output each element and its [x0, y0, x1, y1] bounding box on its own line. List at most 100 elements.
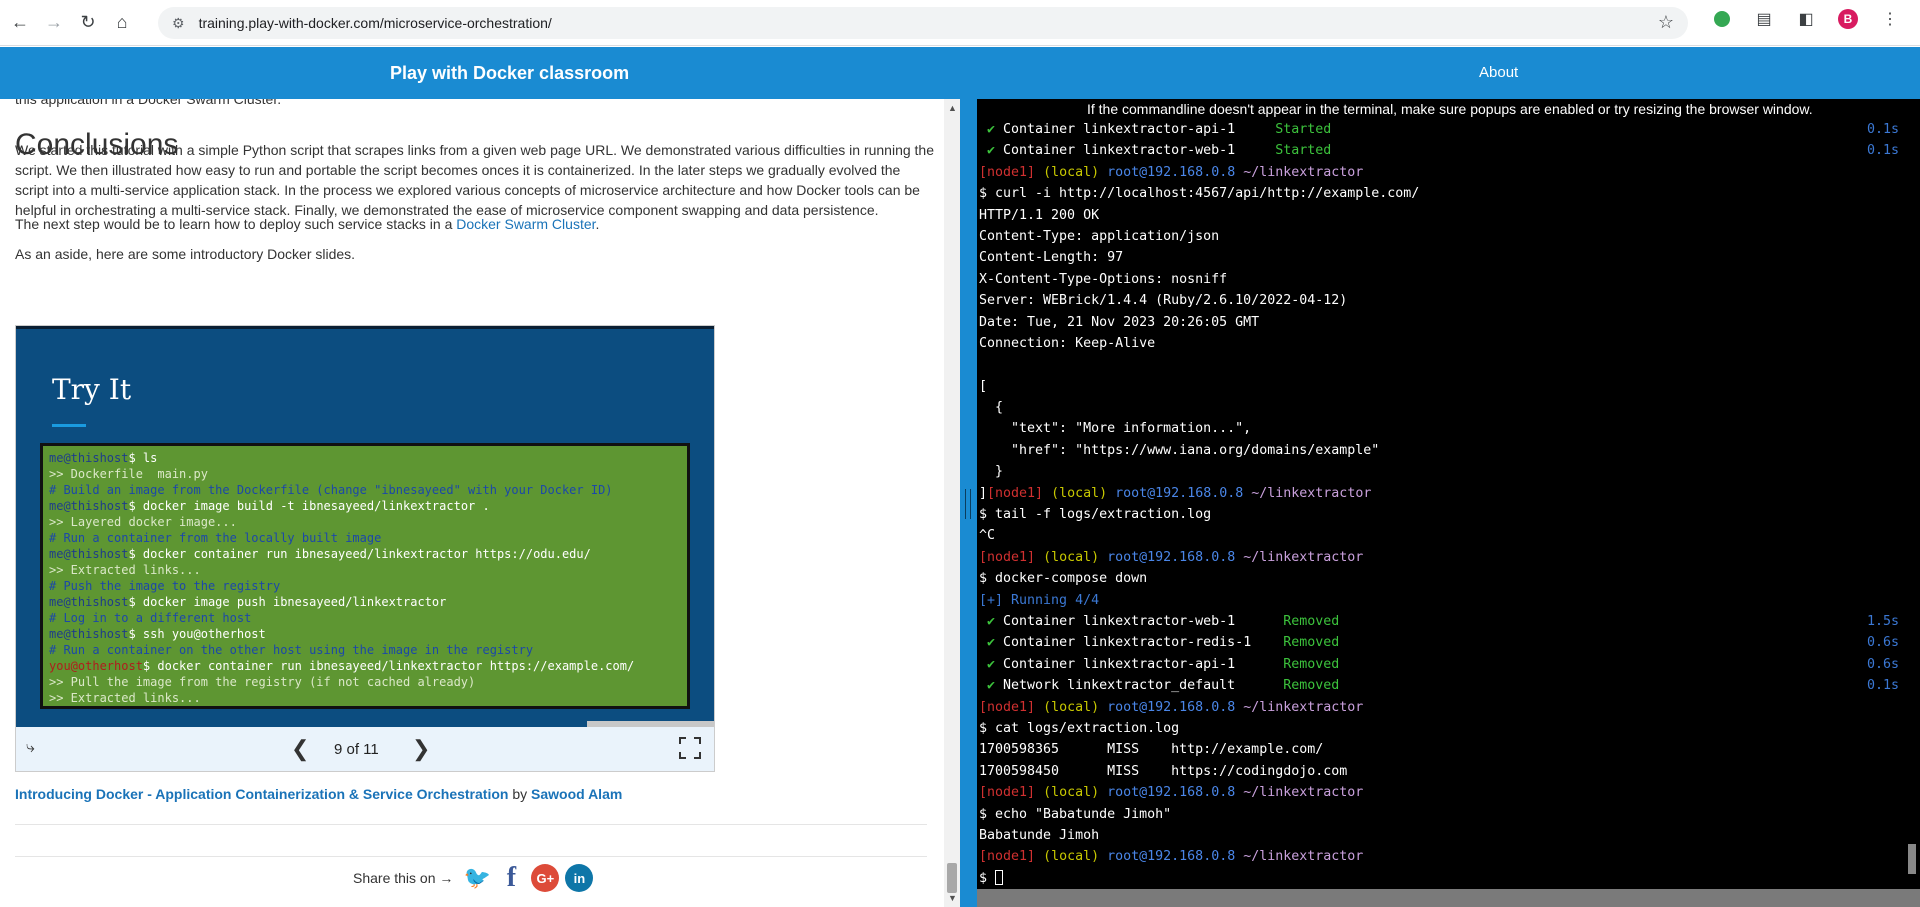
service-name: Network linkextractor_default: [1003, 678, 1284, 694]
prompt-local: (local): [1043, 549, 1100, 565]
prompt-node: [node1]: [979, 549, 1036, 565]
terminal-cursor[interactable]: [995, 870, 1004, 886]
terminal-output-line: Connection: Keep-Alive: [979, 335, 1156, 351]
slide-code-out: >> Extracted links...: [49, 691, 201, 705]
terminal-output-line: HTTP/1.1 200 OK: [979, 207, 1100, 223]
twitter-icon[interactable]: 🐦: [463, 864, 492, 892]
reload-icon[interactable]: ↻: [74, 9, 102, 37]
terminal-output-line: Content-Type: application/json: [979, 228, 1220, 244]
slide-code-line: me@thishost$ ls: [49, 450, 681, 466]
share-row: Share this on → 🐦 f G+ in: [353, 862, 594, 893]
running-status: [+] Running 4/4: [979, 592, 1100, 608]
service-time: 0.1s: [1866, 678, 1899, 694]
terminal-scrollbar[interactable]: [1904, 99, 1920, 889]
check-icon: ✔: [979, 122, 1004, 137]
home-icon[interactable]: ⌂: [108, 9, 136, 37]
google-plus-icon[interactable]: G+: [531, 864, 560, 892]
slide-code-prompt: me@thishost: [49, 547, 129, 561]
service-time: 0.6s: [1866, 635, 1899, 651]
side-panel-icon[interactable]: ◧: [1796, 9, 1816, 29]
slide-code-comment: # Push the image to the registry: [49, 579, 281, 593]
terminal-output-line: {: [979, 400, 1004, 416]
pane-splitter[interactable]: [960, 99, 977, 907]
terminal-output-line: Babatunde Jimoh: [979, 827, 1100, 843]
check-icon: ✔: [979, 678, 1004, 694]
url-text[interactable]: training.play-with-docker.com/microservi…: [199, 15, 552, 31]
scroll-down-icon[interactable]: ▼: [948, 893, 957, 903]
slide-code-prompt: me@thishost: [49, 451, 129, 465]
slide-title-underline: [52, 424, 86, 427]
slide-code-line: >> Extracted links...: [49, 562, 681, 578]
extensions-puzzle-icon[interactable]: ▤: [1754, 9, 1774, 29]
terminal-output-line: "href": "https://www.iana.org/domains/ex…: [979, 442, 1380, 458]
site-title[interactable]: Play with Docker classroom: [390, 63, 629, 84]
prompt-path: ~/linkextractor: [1243, 849, 1364, 865]
share-icon[interactable]: ⤷: [26, 739, 35, 757]
prompt-host: root@192.168.0.8: [1107, 849, 1236, 865]
back-icon[interactable]: ←: [6, 9, 34, 37]
terminal-running-line: [+] Running 4/4: [979, 590, 1899, 611]
prompt-prefix: ]: [979, 485, 988, 501]
prev-slide-icon[interactable]: ❮: [291, 736, 309, 762]
terminal-output-line: [: [979, 378, 988, 394]
next-slide-icon[interactable]: ❯: [412, 736, 430, 762]
extension-green-icon[interactable]: [1712, 9, 1732, 29]
next-step-text: The next step would be to learn how to d…: [15, 216, 457, 232]
tutorial-content: this application in a Docker Swarm Clust…: [0, 99, 960, 907]
service-name: Container linkextractor-api-1: [1003, 656, 1284, 672]
slide-counter: 9 of 11: [334, 741, 379, 758]
slide-code-out: >> Layered docker image...: [49, 515, 237, 529]
site-info-icon[interactable]: ⚙: [172, 15, 185, 32]
slide-view[interactable]: Try It me@thishost$ ls >> Dockerfile main…: [16, 326, 714, 721]
prompt-node: [node1]: [987, 485, 1044, 501]
check-icon: ✔: [979, 635, 1004, 651]
prompt-node: [node1]: [979, 164, 1036, 180]
facebook-icon[interactable]: f: [497, 862, 526, 893]
check-icon: ✔: [979, 613, 1004, 629]
terminal-output-line: }: [979, 464, 1004, 480]
service-name: Container linkextractor-web-1: [1003, 143, 1276, 159]
slide-title: Try It: [52, 373, 132, 406]
terminal-notice: If the commandline doesn't appear in the…: [1087, 101, 1813, 117]
content-scrollbar[interactable]: ▲ ▼: [944, 99, 960, 907]
terminal-scroll-thumb[interactable]: [1908, 844, 1916, 874]
slide-embed[interactable]: Try It me@thishost$ ls >> Dockerfile main…: [15, 325, 715, 772]
prompt-path: ~/linkextractor: [1251, 485, 1372, 501]
forward-icon[interactable]: →: [40, 9, 68, 37]
bookmark-star-icon[interactable]: ☆: [1658, 12, 1674, 33]
slide-code-line: # Run a container on the other host usin…: [49, 642, 681, 658]
about-link[interactable]: About: [1479, 64, 1518, 81]
scroll-thumb[interactable]: [947, 863, 957, 893]
terminal-prompt-line: ][node1] (local) root@192.168.0.8 ~/link…: [979, 483, 1899, 504]
slide-controls: ⤷ ❮ 9 of 11 ❯: [16, 727, 714, 771]
author-link[interactable]: Sawood Alam: [531, 786, 622, 802]
scroll-up-icon[interactable]: ▲: [948, 103, 957, 113]
terminal-input-line: $: [979, 868, 1899, 889]
prompt-path: ~/linkextractor: [1243, 164, 1364, 180]
docker-swarm-link[interactable]: Docker Swarm Cluster: [456, 216, 595, 232]
terminal-service-line: ✔ Container linkextractor-web-1 Started 0…: [979, 140, 1899, 161]
slide-deck-link[interactable]: Introducing Docker - Application Contain…: [15, 786, 508, 802]
terminal-output[interactable]: ✔ Container linkextractor-api-1 Started 0…: [979, 119, 1899, 889]
aside-paragraph: As an aside, here are some introductory …: [15, 246, 356, 262]
terminal[interactable]: If the commandline doesn't appear in the…: [977, 99, 1920, 889]
next-step-paragraph: The next step would be to learn how to d…: [15, 214, 935, 234]
fullscreen-icon[interactable]: [679, 737, 701, 759]
splitter-grip-icon[interactable]: [965, 489, 971, 519]
prompt-path: ~/linkextractor: [1243, 549, 1364, 565]
menu-kebab-icon[interactable]: ⋮: [1880, 9, 1900, 29]
service-time: 0.1s: [1866, 122, 1899, 137]
service-name: Container linkextractor-redis-1: [1003, 635, 1284, 651]
linkedin-icon[interactable]: in: [565, 864, 594, 892]
terminal-output-line: Content-Length: 97: [979, 250, 1124, 266]
service-status: Started: [1275, 143, 1332, 159]
slide-code-block: me@thishost$ ls >> Dockerfile main.py # Bu…: [40, 443, 690, 709]
profile-avatar[interactable]: B: [1838, 9, 1858, 29]
input-prompt: $: [979, 870, 996, 886]
slide-code-line: >> Extracted links...: [49, 690, 681, 706]
address-bar[interactable]: ⚙ training.play-with-docker.com/microser…: [158, 7, 1688, 39]
